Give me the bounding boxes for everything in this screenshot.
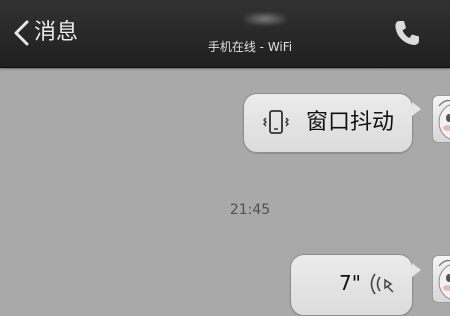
phone-icon <box>395 21 419 45</box>
online-status: 手机在线 - WiFi <box>207 40 293 54</box>
message-bubble-shake[interactable]: 窗口抖动 <box>243 93 421 153</box>
phone-shake-icon <box>263 110 289 134</box>
voice-duration: 7" <box>339 271 361 295</box>
avatar-image <box>438 99 450 140</box>
call-button[interactable] <box>390 16 424 50</box>
chat-header: 消息 手机在线 - WiFi <box>0 0 450 68</box>
message-timestamp: 21:45 <box>229 202 271 218</box>
shake-label: 窗口抖动 <box>306 110 395 135</box>
contact-name-blurred <box>243 12 287 26</box>
voice-wave-icon <box>370 273 394 295</box>
avatar[interactable] <box>432 255 450 303</box>
avatar-image <box>438 259 450 300</box>
avatar[interactable] <box>432 95 450 143</box>
message-bubble-voice[interactable]: 7" <box>290 254 421 316</box>
